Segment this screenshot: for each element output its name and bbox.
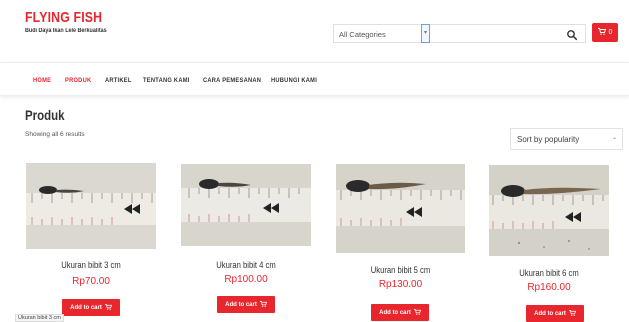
site-tagline: Budi Daya Ikan Lele Berkualitas bbox=[25, 28, 107, 34]
add-to-cart-label: Add to cart bbox=[534, 310, 566, 317]
search-icon[interactable] bbox=[566, 28, 578, 41]
main-navigation: HOME PRODUK ARTIKEL TENTANG KAMI CARA PE… bbox=[0, 62, 629, 96]
product-image[interactable] bbox=[489, 165, 609, 256]
cart-icon bbox=[259, 300, 267, 309]
cart-icon bbox=[597, 28, 606, 37]
status-bar-url: Ukuran bibit 3 cm bbox=[15, 314, 64, 322]
product-image[interactable] bbox=[26, 163, 156, 249]
cart-icon bbox=[104, 303, 112, 312]
product-price: Rp100.00 bbox=[224, 274, 268, 285]
page-title: Produk bbox=[25, 107, 65, 123]
add-to-cart-button[interactable]: Add to cart bbox=[217, 296, 275, 313]
category-caret-icon[interactable]: ▾ bbox=[421, 24, 430, 43]
cart-icon bbox=[568, 309, 576, 318]
add-to-cart-label: Add to cart bbox=[379, 309, 411, 316]
nav-item-artikel[interactable]: ARTIKEL bbox=[105, 77, 132, 84]
nav-item-produk[interactable]: PRODUK bbox=[65, 77, 91, 84]
header-cart-button[interactable]: 0 bbox=[592, 23, 618, 42]
category-select[interactable]: All Categories bbox=[333, 24, 429, 43]
nav-item-home[interactable]: HOME bbox=[33, 77, 51, 84]
add-to-cart-button[interactable]: Add to cart bbox=[371, 304, 429, 321]
product-image[interactable] bbox=[181, 164, 311, 246]
site-logo-title[interactable]: FLYING FISH bbox=[25, 10, 102, 26]
cart-count: 0 bbox=[608, 29, 613, 36]
product-name[interactable]: Ukuran bibit 5 cm bbox=[346, 265, 456, 275]
result-count: Showing all 6 results bbox=[25, 131, 85, 138]
search-input[interactable] bbox=[430, 24, 586, 43]
nav-item-hubungi-kami[interactable]: HUBUNGI KAMI bbox=[271, 77, 317, 84]
chevron-down-icon[interactable]: ⌄ bbox=[612, 134, 617, 141]
product-name[interactable]: Ukuran bibit 3 cm bbox=[36, 260, 147, 270]
nav-item-tentang-kami[interactable]: TENTANG KAMI bbox=[143, 77, 190, 84]
product-price: Rp160.00 bbox=[527, 282, 571, 293]
add-to-cart-button[interactable]: Add to cart bbox=[526, 305, 584, 322]
product-name[interactable]: Ukuran bibit 6 cm bbox=[498, 268, 600, 278]
sort-select[interactable]: Sort by popularity bbox=[510, 128, 623, 150]
add-to-cart-label: Add to cart bbox=[225, 301, 257, 308]
add-to-cart-label: Add to cart bbox=[70, 304, 102, 311]
product-name[interactable]: Ukuran bibit 4 cm bbox=[191, 260, 302, 270]
product-price: Rp70.00 bbox=[72, 276, 110, 287]
nav-item-cara-pemesanan[interactable]: CARA PEMESANAN bbox=[203, 77, 261, 84]
cart-icon bbox=[413, 308, 421, 317]
product-price: Rp130.00 bbox=[378, 279, 423, 290]
add-to-cart-button[interactable]: Add to cart bbox=[62, 299, 120, 316]
product-image[interactable] bbox=[336, 164, 465, 253]
